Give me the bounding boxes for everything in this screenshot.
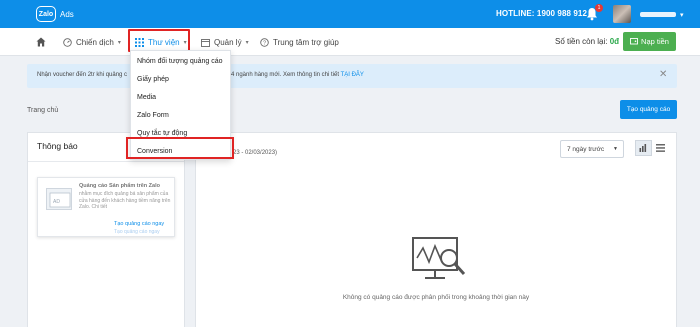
user-avatar[interactable] [613, 5, 631, 23]
svg-text:?: ? [263, 40, 266, 46]
divider [28, 161, 184, 162]
bar-chart-icon [639, 144, 647, 152]
notice-banner: Nhận voucher đến 2tr khi quảng c 4 ngành… [27, 64, 677, 88]
balance-display: Số tiền còn lại: 0đ [555, 37, 619, 46]
calendar-icon [201, 38, 210, 47]
notice-text-right: 4 ngành hàng mới. Xem thông tin chi tiết… [231, 72, 364, 78]
close-icon[interactable]: ✕ [659, 69, 667, 80]
range-select-value: 7 ngày trước [567, 145, 605, 153]
nav-chien-dich-label: Chiến dịch [76, 37, 114, 47]
notifications-panel: Thông báo AD Quảng cáo Sản phẩm trên Zal… [27, 132, 185, 327]
caret-down-icon: ▾ [117, 39, 121, 46]
notice-link[interactable]: TẠI ĐÂY [341, 72, 364, 78]
topup-label: Nạp tiền [641, 37, 669, 46]
caret-down-icon[interactable]: ▾ [680, 11, 684, 19]
zalo-ads-logo[interactable]: Zalo Ads [36, 6, 74, 22]
nav-chien-dich[interactable]: Chiến dịch ▾ [63, 28, 121, 56]
help-circle-icon: ? [260, 37, 269, 47]
bar-chart-view-button[interactable] [635, 140, 652, 156]
menu-item-media[interactable]: Media [131, 88, 230, 106]
card-create-link[interactable]: Tạo quảng cáo ngay [114, 221, 164, 227]
promo-card[interactable]: AD Quảng cáo Sản phẩm trên Zalo nhằm mục… [37, 177, 175, 237]
card-create-link-faded: Tạo quảng cáo ngay [114, 229, 160, 235]
empty-chart-icon [412, 237, 466, 279]
notice-body: 4 ngành hàng mới. Xem thông tin chi tiết [231, 72, 339, 78]
balance-label: Số tiền còn lại: [555, 37, 608, 46]
nav-quan-ly-label: Quản lý [214, 37, 242, 47]
hotline-text: HOTLINE: 1900 988 912 [496, 9, 588, 18]
top-header: Zalo Ads HOTLINE: 1900 988 912 1 ▾ [0, 0, 700, 28]
wallet-icon [630, 37, 638, 47]
chevron-down-icon: ▼ [613, 146, 618, 152]
menu-item-zalo-form[interactable]: Zalo Form [131, 106, 230, 124]
topup-button[interactable]: Nạp tiền [623, 32, 676, 51]
create-ad-button[interactable]: Tạo quảng cáo [620, 100, 677, 119]
stats-panel: 23 - 02/03/2023) 7 ngày trước ▼ Không có… [195, 132, 677, 327]
card-description: nhằm mục đích quảng bá sản phẩm của cửa … [79, 191, 171, 210]
highlight-conversion [126, 137, 234, 159]
highlight-thu-vien [128, 29, 190, 52]
card-title: Quảng cáo Sản phẩm trên Zalo [79, 183, 160, 189]
range-select[interactable]: 7 ngày trước ▼ [560, 140, 624, 158]
list-icon [655, 144, 665, 152]
menu-item-license[interactable]: Giấy phép [131, 70, 230, 88]
nav-trung-tam-tro-giup[interactable]: ? Trung tâm trợ giúp [260, 28, 339, 56]
svg-text:AD: AD [53, 199, 60, 205]
gauge-icon [63, 37, 72, 47]
breadcrumb[interactable]: Trang chủ [27, 107, 58, 114]
notification-count-badge: 1 [595, 4, 603, 12]
notice-text-left: Nhận voucher đến 2tr khi quảng c [37, 72, 128, 78]
home-icon[interactable] [36, 37, 46, 47]
balance-value: 0đ [609, 37, 620, 46]
menu-item-audience[interactable]: Nhóm đối tượng quảng cáo [131, 52, 230, 70]
nav-help-label: Trung tâm trợ giúp [273, 37, 339, 47]
user-name[interactable] [640, 12, 676, 17]
caret-down-icon: ▾ [245, 39, 249, 46]
logo-badge: Zalo [36, 6, 56, 22]
date-range: 23 - 02/03/2023) [233, 150, 278, 156]
panel-title: Thông báo [37, 141, 78, 151]
list-view-button[interactable] [652, 140, 668, 156]
logo-text: Ads [60, 9, 74, 19]
empty-state-text: Không có quảng cáo được phân phối trong … [342, 294, 530, 301]
ad-illustration-icon: AD [46, 188, 72, 210]
